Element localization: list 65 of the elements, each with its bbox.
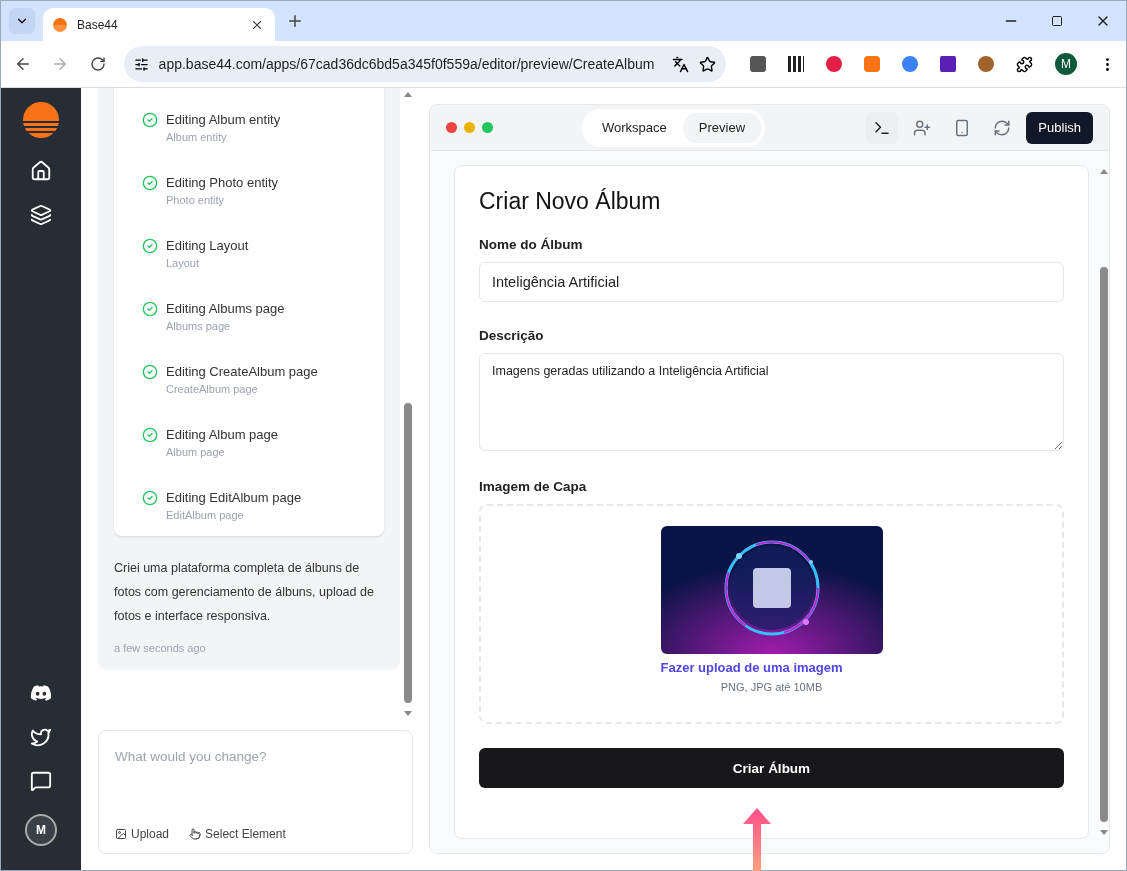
- address-bar[interactable]: app.base44.com/apps/67cad36dc6bd5a345f0f559a/editor/preview/CreateAlbum: [123, 46, 726, 82]
- step-subtitle: CreateAlbum page: [166, 383, 259, 395]
- step-subtitle: Album page: [166, 446, 226, 458]
- site-icon: [53, 17, 67, 32]
- message-text: Criei uma plataforma completa de álbuns de fotos com gerenciamento de álbuns, upload de fotos e interface responsiva.: [114, 560, 375, 625]
- chat-icon[interactable]: [30, 770, 52, 792]
- extension-icon[interactable]: [750, 56, 766, 72]
- upload-link[interactable]: Fazer upload de uma imagem: [660, 660, 883, 675]
- step-title: Editing Photo entity: [166, 175, 279, 190]
- home-icon[interactable]: [30, 160, 52, 182]
- window-dot: [464, 122, 475, 133]
- profile-button[interactable]: M: [1055, 53, 1077, 75]
- twitter-icon[interactable]: [30, 726, 52, 748]
- url-text: app.base44.com/apps/67cad36dc6bd5a345f0f559a/editor/preview/CreateAlbum: [158, 56, 656, 72]
- tab-search-button[interactable]: [9, 8, 35, 34]
- window-dot: [482, 122, 493, 133]
- extension-icon[interactable]: [826, 56, 842, 72]
- field-label: Imagem de Capa: [479, 479, 588, 494]
- select-button[interactable]: Select Element: [189, 827, 286, 841]
- window-dot: [446, 122, 457, 133]
- create-album-button[interactable]: Criar Álbum: [479, 748, 1064, 788]
- pointer-icon: [189, 828, 202, 840]
- puzzle-icon[interactable]: [1016, 55, 1033, 73]
- check-circle-icon: [142, 490, 158, 506]
- translate-icon: [672, 55, 689, 73]
- terminal-icon[interactable]: [866, 111, 899, 144]
- check-circle-icon: [142, 175, 158, 191]
- check-circle-icon: [142, 364, 158, 380]
- step-title: Editing EditAlbum page: [166, 490, 302, 505]
- view-tab[interactable]: Preview: [682, 112, 762, 143]
- step-title: Editing CreateAlbum page: [166, 364, 318, 379]
- field-label: Descrição: [479, 328, 545, 343]
- name-field[interactable]: Inteligência Artificial: [479, 262, 1064, 302]
- upload-button[interactable]: Upload: [115, 827, 170, 841]
- form-title: Criar Novo Álbum: [479, 188, 662, 215]
- user-avatar[interactable]: M: [25, 814, 57, 846]
- check-circle-icon: [142, 112, 158, 128]
- image-icon: [115, 828, 127, 840]
- check-circle-icon: [142, 301, 158, 317]
- bookmark-star-icon: [699, 55, 716, 73]
- upload-dropzone[interactable]: Fazer upload de uma imagem PNG, JPG até 10MB: [479, 504, 1064, 724]
- site-settings-icon: [133, 56, 149, 72]
- field-label: Nome do Álbum: [479, 237, 584, 252]
- logo-icon: [23, 102, 59, 138]
- prompt-box[interactable]: What would you change? Upload Select Element: [98, 730, 413, 854]
- tab-title: Base44: [77, 17, 119, 32]
- step-title: Editing Album page: [166, 427, 279, 442]
- step-subtitle: Albums page: [166, 320, 232, 332]
- check-circle-icon: [142, 238, 158, 254]
- step-title: Editing Layout: [166, 238, 249, 253]
- layers-icon[interactable]: [30, 204, 52, 226]
- pointer-arrow-icon: [742, 808, 772, 871]
- check-circle-icon: [142, 427, 158, 443]
- description-field[interactable]: Imagens geradas utilizando a Inteligência Artificial: [479, 353, 1064, 451]
- publish-button[interactable]: Publish: [1026, 111, 1093, 144]
- step-title: Editing Albums page: [166, 301, 285, 316]
- browser-tab[interactable]: Base44: [43, 8, 275, 41]
- step-subtitle: Photo entity: [166, 194, 226, 206]
- step-subtitle: Layout: [166, 257, 201, 269]
- step-subtitle: Album entity: [166, 131, 228, 143]
- step-title: Editing Album entity: [166, 112, 281, 127]
- file-hint: PNG, JPG até 10MB: [720, 681, 823, 693]
- timestamp: a few seconds ago: [114, 642, 207, 654]
- step-subtitle: EditAlbum page: [166, 509, 245, 521]
- view-tab[interactable]: Workspace: [586, 112, 683, 143]
